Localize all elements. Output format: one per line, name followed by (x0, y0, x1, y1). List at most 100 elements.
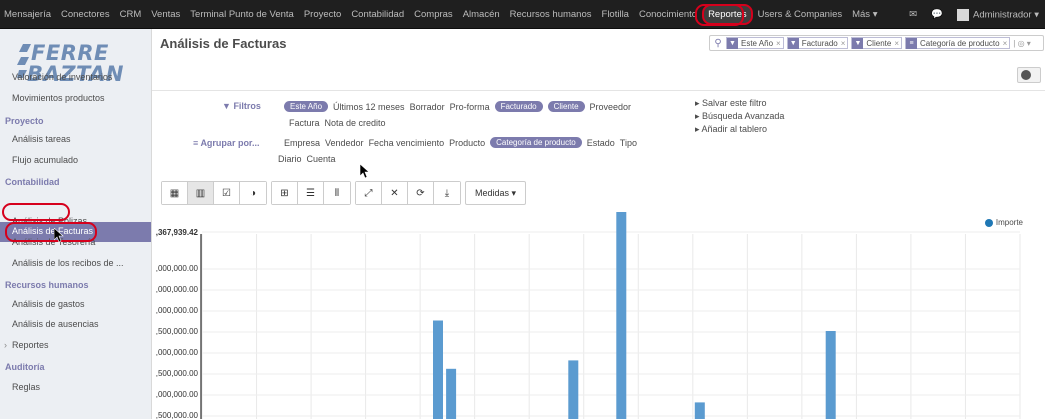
annotation-highlight-reportes (695, 4, 744, 26)
topmenu-item[interactable]: Contabilidad (346, 9, 409, 20)
chart-bar[interactable] (446, 368, 457, 419)
facet-value: Facturado (801, 38, 838, 48)
control-panel: Análisis de Facturas ⚲ ▼ Este Año × ▼ Factur… (152, 29, 1045, 91)
advanced-search-link[interactable]: ▸ Búsqueda Avanzada (695, 111, 784, 122)
sidebar-section-header[interactable]: Contabilidad (5, 177, 60, 187)
topmenu-item[interactable]: Compras (409, 9, 458, 20)
save-filter-link[interactable]: ▸ Salvar este filtro (695, 98, 767, 109)
facet-remove-icon[interactable]: × (1003, 39, 1010, 48)
bar-chart: ,367,939.42 ,000,000.00 ,000,000.00 ,000,00… (156, 212, 1021, 419)
facet-remove-icon[interactable]: × (841, 39, 848, 48)
filters-row-2: Factura Nota de credito (289, 118, 386, 128)
groupby-row-1: Empresa Vendedor Fecha vencimiento Producto… (284, 137, 637, 148)
search-bar[interactable]: ⚲ ▼ Este Año × ▼ Facturado × ▼ Cliente × ≡ Categor… (709, 35, 1044, 51)
add-to-dashboard-link[interactable]: ▸ Añadir al tablero (695, 124, 767, 135)
chart-bar[interactable] (825, 331, 836, 419)
search-facet[interactable]: ▼ Este Año × (726, 37, 784, 49)
sidebar-section-header[interactable]: Auditoría (5, 362, 45, 372)
table-view-icon[interactable]: ▦ (162, 182, 188, 204)
y-tick-label: ,000,000.00 (156, 390, 199, 399)
toggle-search-options-button[interactable] (1017, 67, 1041, 83)
option-item[interactable]: Empresa (284, 138, 320, 148)
top-menu: Mensajería Conectores CRM Ventas Terminal Pu… (0, 0, 882, 29)
option-item[interactable]: Producto (449, 138, 485, 148)
chart-bar[interactable] (433, 320, 443, 419)
topmenu-item[interactable]: Terminal Punto de Venta (185, 9, 299, 20)
search-options-panel: ▼ Filtros Este Año Últimos 12 meses Borrad… (152, 92, 1045, 172)
topmenu-item[interactable]: CRM (115, 9, 147, 20)
list-view-icon[interactable]: ☰ (298, 182, 324, 204)
facet-remove-icon[interactable]: × (894, 39, 901, 48)
option-item[interactable]: Tipo (620, 138, 637, 148)
refresh-icon[interactable]: ⟳ (408, 182, 434, 204)
sidebar-item[interactable]: Reglas (12, 382, 40, 392)
option-item[interactable]: Categoría de producto (490, 137, 582, 148)
search-facet[interactable]: ▼ Facturado × (786, 37, 849, 49)
measures-dropdown[interactable]: Medidas ▾ (465, 181, 527, 205)
option-item[interactable]: Cliente (547, 101, 585, 112)
topmenu-item[interactable]: Ventas (146, 9, 185, 20)
chart-actions-group: ⤢ ✕ ⟳ ⤓ (355, 181, 461, 205)
pie-chart-icon[interactable]: ◑ (240, 182, 266, 204)
column-view-icon[interactable]: ⦀ (324, 182, 350, 204)
topmenu-item[interactable]: Proyecto (299, 9, 347, 20)
topmenu-item[interactable]: Recursos humanos (505, 9, 597, 20)
topmenu-item[interactable]: Más ▾ (847, 9, 882, 20)
chart-type-group: ▦ ▥ ☑ ◑ (161, 181, 267, 205)
expand-arrow-icon[interactable]: › (4, 340, 7, 350)
download-icon[interactable]: ⤓ (434, 182, 460, 204)
pivot-view-icon[interactable]: ⊞ (272, 182, 298, 204)
sidebar-item[interactable]: Análisis tareas (12, 134, 71, 144)
option-item[interactable]: Fecha vencimiento (369, 138, 445, 148)
user-menu[interactable]: Administrador ▾ (956, 8, 1039, 21)
option-item[interactable]: Diario (278, 154, 302, 164)
sidebar-item[interactable]: Análisis de los recibos de ... (12, 258, 124, 268)
line-chart-icon[interactable]: ☑ (214, 182, 240, 204)
chat-icon[interactable]: 💬 (931, 9, 943, 20)
chart-bar[interactable] (616, 212, 627, 419)
sidebar-item[interactable]: Análisis de gastos (12, 299, 85, 309)
sidebar-section-header[interactable]: Proyecto (5, 116, 44, 126)
option-item[interactable]: Últimos 12 meses (333, 102, 405, 112)
option-item[interactable]: Estado (587, 138, 615, 148)
database-icon: ≡ (193, 138, 199, 148)
search-facet[interactable]: ▼ Cliente × (851, 37, 902, 49)
search-facet[interactable]: ≡ Categoría de producto × (904, 37, 1011, 49)
search-icon[interactable]: ⚲ (710, 38, 726, 49)
topmenu-item[interactable]: Flotilla (597, 9, 634, 20)
option-item[interactable]: Factura (289, 118, 320, 128)
topmenu-item[interactable]: Mensajería (0, 9, 56, 20)
option-item[interactable]: Este Año (284, 101, 329, 112)
expand-icon[interactable]: ⤢ (356, 182, 382, 204)
chart-legend[interactable]: Importe (984, 218, 1023, 227)
filters-label[interactable]: ▼ Filtros (222, 101, 261, 111)
sidebar-item[interactable]: Flujo acumulado (12, 155, 78, 165)
sidebar-section-header[interactable]: Recursos humanos (5, 280, 89, 290)
facet-remove-icon[interactable]: × (776, 39, 783, 48)
topmenu-item[interactable]: Users & Companies (753, 9, 847, 20)
groupby-label[interactable]: ≡ Agrupar por... (193, 138, 259, 148)
option-item[interactable]: Vendedor (325, 138, 364, 148)
sidebar-item[interactable]: Análisis de ausencias (12, 319, 99, 329)
topmenu-item[interactable]: Almacén (458, 9, 505, 20)
option-item[interactable]: Pro-forma (450, 102, 490, 112)
chart-bar[interactable] (568, 360, 579, 419)
option-item[interactable]: Proveedor (590, 102, 632, 112)
search-options[interactable]: | ◎ ▾ (1013, 39, 1031, 48)
option-item[interactable]: Cuenta (307, 154, 336, 164)
topbar-right: ✉ 💬 Administrador ▾ (909, 0, 1039, 29)
sidebar-item[interactable]: Reportes (12, 340, 49, 350)
topmenu-item[interactable]: Conectores (56, 9, 115, 20)
bar-chart-icon[interactable]: ▥ (188, 182, 214, 204)
mail-icon[interactable]: ✉ (909, 9, 917, 20)
topmenu-item[interactable]: Conocimiento (634, 9, 702, 20)
facet-value: Este Año (741, 38, 774, 48)
option-item[interactable]: Borrador (410, 102, 445, 112)
option-item[interactable]: Facturado (494, 101, 543, 112)
sidebar-item[interactable]: Movimientos productos (12, 93, 105, 103)
sidebar-item[interactable]: Valoración de inventarios (12, 72, 112, 82)
collapse-icon[interactable]: ✕ (382, 182, 408, 204)
option-item[interactable]: Nota de credito (325, 118, 386, 128)
chart-bar[interactable] (694, 402, 705, 419)
y-tick-label: ,500,000.00 (156, 369, 199, 378)
